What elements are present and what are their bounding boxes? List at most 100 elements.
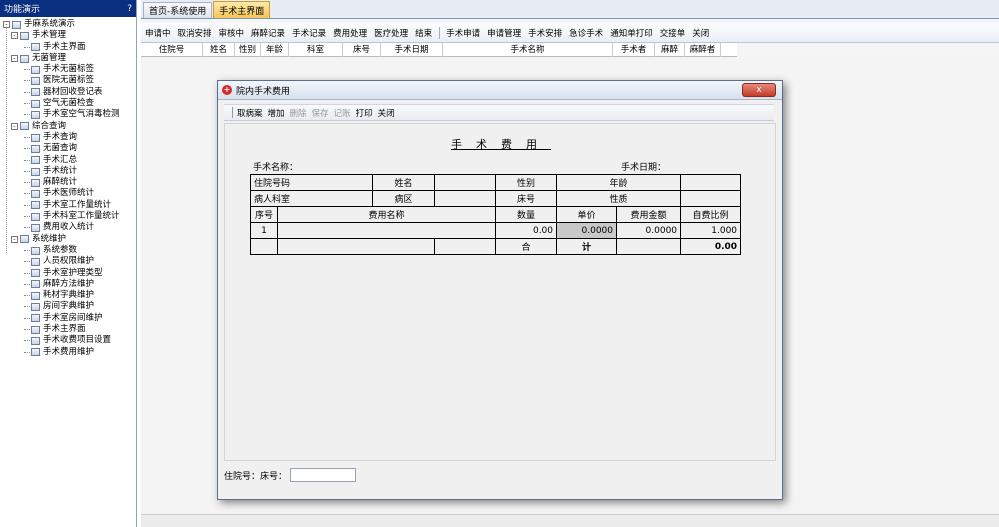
column-header[interactable]: 麻醉: [655, 42, 685, 57]
column-header[interactable]: 手术名称: [443, 42, 613, 57]
page-icon: [31, 99, 40, 108]
toolbar-button[interactable]: 申请中: [145, 27, 171, 39]
tree-item[interactable]: 费用收入统计: [0, 222, 136, 233]
tree-item[interactable]: 耗材字典维护: [0, 290, 136, 301]
tree-item[interactable]: 手术室工作量统计: [0, 200, 136, 211]
toolbar-button[interactable]: 结束: [415, 27, 432, 39]
toolbar-button[interactable]: 关闭: [692, 27, 709, 39]
tree-item[interactable]: 手术室房间维护: [0, 313, 136, 324]
close-button[interactable]: x: [742, 83, 776, 97]
surgery-name-label: 手术名称：: [253, 163, 299, 173]
tree-root[interactable]: - 手麻系统演示: [0, 19, 136, 30]
toolbar-button[interactable]: 麻醉记录: [251, 27, 285, 39]
column-header[interactable]: 姓名: [203, 42, 235, 57]
tree-item[interactable]: 手术主界面: [0, 42, 136, 53]
tree-item[interactable]: 手术室空气消毒检测: [0, 109, 136, 120]
dialog-title: 院内手术费用: [236, 86, 291, 97]
collapse-icon[interactable]: -: [11, 32, 18, 40]
tree-item[interactable]: 手术科室工作量统计: [0, 211, 136, 222]
tree-item[interactable]: 器材回收登记表: [0, 87, 136, 98]
self-ratio-cell[interactable]: 1.000: [680, 222, 742, 239]
collapse-icon[interactable]: -: [3, 21, 10, 29]
inpatient-bed-label: 住院号：床号：: [224, 471, 288, 482]
toolbar-button[interactable]: 通知单打印: [610, 27, 653, 39]
tab-surgery-main[interactable]: 手术主界面: [213, 1, 271, 18]
column-header[interactable]: 手术日期: [381, 42, 443, 57]
amount-cell: 0.0000: [616, 222, 682, 239]
dialog-title-bar[interactable]: + 院内手术费用 x: [218, 81, 782, 100]
page-icon: [31, 144, 40, 153]
add-button[interactable]: 增加: [268, 107, 285, 119]
column-header[interactable]: 麻醉者: [685, 42, 721, 57]
post-button[interactable]: 记账: [334, 107, 351, 119]
tree-item[interactable]: 医院无菌标签: [0, 75, 136, 86]
column-header[interactable]: 性别: [235, 42, 261, 57]
page-icon: [31, 336, 40, 345]
collapse-icon[interactable]: -: [11, 55, 18, 63]
tree-item[interactable]: 空气无菌检查: [0, 98, 136, 109]
page-icon: [31, 246, 40, 255]
table-row[interactable]: 1 0.00 0.0000 0.0000 1.000: [250, 222, 742, 239]
tree-item[interactable]: 麻醉统计: [0, 177, 136, 188]
tree-item[interactable]: 手术查询: [0, 132, 136, 143]
toolbar-button[interactable]: 急诊手术: [569, 27, 603, 39]
tree-group-query[interactable]: - 综合查询: [0, 121, 136, 132]
tree-item[interactable]: 手术主界面: [0, 324, 136, 335]
price-cell: 0.0000: [556, 222, 618, 239]
tree-item[interactable]: 手术费用维护: [0, 347, 136, 358]
collapse-icon[interactable]: -: [11, 235, 18, 243]
tree-item[interactable]: 房间字典维护: [0, 301, 136, 312]
delete-button[interactable]: 删除: [290, 107, 307, 119]
tab-home[interactable]: 首页-系统使用: [143, 2, 213, 18]
column-header[interactable]: 科室: [289, 42, 343, 57]
main-toolbar: 申请中 取消安排 审核中 麻醉记录 手术记录 费用处理 医疗处理 结束 手术申请…: [141, 23, 999, 43]
amount-header: 费用金额: [616, 206, 682, 223]
toolbar-button[interactable]: 申请管理: [487, 27, 521, 39]
tree-item[interactable]: 手术汇总: [0, 155, 136, 166]
toolbar-button[interactable]: 费用处理: [333, 27, 367, 39]
tree-group-system-maintenance[interactable]: - 系统维护: [0, 234, 136, 245]
seq-header: 序号: [250, 206, 278, 223]
column-header[interactable]: 住院号: [141, 42, 203, 57]
column-header[interactable]: 床号: [343, 42, 381, 57]
tree-item[interactable]: 手术医师统计: [0, 188, 136, 199]
toolbar-button[interactable]: 手术申请: [446, 27, 480, 39]
tree-group-sterile-management[interactable]: - 无菌管理: [0, 53, 136, 64]
toolbar-button[interactable]: 交接单: [660, 27, 686, 39]
tree-item[interactable]: 无菌查询: [0, 143, 136, 154]
function-tree: - 手麻系统演示 - 手术管理 手术主界面 - 无菌管理 手术无菌标签 医院无菌…: [0, 17, 136, 358]
name-value: [434, 174, 497, 191]
tree-item[interactable]: 人员权限维护: [0, 256, 136, 267]
tree-item[interactable]: 手术统计: [0, 166, 136, 177]
toolbar-button[interactable]: 手术安排: [528, 27, 562, 39]
toolbar-button[interactable]: 手术记录: [292, 27, 326, 39]
qty-cell[interactable]: 0.00: [495, 222, 558, 239]
tree-item[interactable]: 麻醉方法维护: [0, 279, 136, 290]
inpatient-bed-input[interactable]: [290, 468, 357, 482]
tree-item[interactable]: 手术室护理类型: [0, 268, 136, 279]
inpatient-no-label: 住院号码: [249, 174, 374, 191]
toolbar-button[interactable]: 审核中: [219, 27, 245, 39]
toolbar-button[interactable]: 取消安排: [178, 27, 212, 39]
fee-name-cell[interactable]: [276, 222, 497, 239]
pin-icon[interactable]: ?: [127, 4, 132, 14]
tree-item[interactable]: 手术收费项目设置: [0, 335, 136, 346]
tree-item[interactable]: 手术无菌标签: [0, 64, 136, 75]
ward-label: 病区: [372, 190, 436, 207]
fetch-record-button[interactable]: 取病案: [237, 107, 263, 119]
toolbar-button[interactable]: 医疗处理: [374, 27, 408, 39]
grid-header: 住院号 姓名 性别 年龄 科室 床号 手术日期 手术名称 手术者 麻醉 麻醉者: [141, 42, 737, 57]
collapse-icon[interactable]: -: [11, 122, 18, 130]
column-header[interactable]: 年龄: [261, 42, 289, 57]
print-button[interactable]: 打印: [356, 107, 373, 119]
total-row: 合 计 0.00: [250, 238, 742, 255]
close-dialog-button[interactable]: 关闭: [378, 107, 395, 119]
column-header[interactable]: 手术者: [613, 42, 655, 57]
tree-group-surgery-management[interactable]: - 手术管理: [0, 30, 136, 41]
page-icon: [31, 291, 40, 300]
save-button[interactable]: 保存: [312, 107, 329, 119]
page-icon: [31, 348, 40, 357]
surgery-date-label: 手术日期：: [621, 163, 667, 173]
tree-item[interactable]: 系统参数: [0, 245, 136, 256]
document-title: 手术费用: [451, 138, 551, 151]
